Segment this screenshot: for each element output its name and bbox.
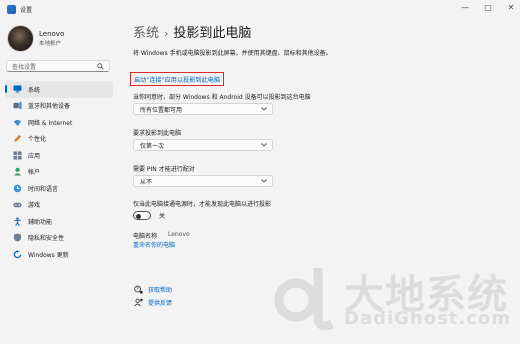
sidebar-item-label: 辅助功能 [28,218,53,226]
window-title: 设置 [20,6,33,14]
watermark-url: DadiGhost.com [344,308,512,329]
sidebar-item-label: 隐私和安全性 [28,235,65,243]
pin-pairing-value: 从不 [140,178,153,186]
sidebar-item-label: 应用 [28,152,41,160]
profile-name: Lenovo [39,30,65,38]
page-title: 投影到此电脑 [173,26,252,41]
ask-to-project-value: 仅第一次 [140,142,165,150]
personalization-icon [12,134,22,144]
search-icon [97,62,104,70]
pc-name-row: 电脑名称 Lenovo [133,231,190,240]
sidebar-item-windows-update[interactable]: Windows 更新 [5,246,113,263]
help-icon: ? [133,284,143,294]
sidebar-item-label: 蓝牙和其他设备 [28,103,71,111]
toggle-state-label: 关 [159,213,166,220]
accounts-icon [12,167,22,177]
sidebar-item-apps[interactable]: 应用 [5,147,113,164]
sidebar-item-system[interactable]: 系统 [5,81,113,98]
pin-pairing-label: 需要 PIN 才能进行配对 [133,166,195,173]
search-input[interactable]: 查找设置 [6,60,110,72]
feedback-icon [133,297,143,307]
sidebar-item-privacy[interactable]: 隐私和安全性 [5,230,113,247]
maximize-button[interactable]: □ [483,3,493,13]
ask-to-project-dropdown[interactable]: 仅第一次 [133,139,273,151]
pc-name-value: Lenovo [168,231,190,238]
page-description: 将 Windows 手机或电脑投影到此屏幕，并使用其键盘、鼠标和其他设备。 [133,50,332,57]
power-discovery-row: 关 [133,211,165,220]
get-help-link[interactable]: 获取帮助 [148,285,172,294]
sidebar-item-label: 系统 [28,86,41,94]
apps-icon [12,150,22,160]
bluetooth-icon [12,101,22,111]
close-button[interactable]: ✕ [506,3,516,13]
availability-value: 所有位置都可用 [140,106,183,114]
feedback-row[interactable]: 提供反馈 [133,297,172,307]
availability-dropdown[interactable]: 所有位置都可用 [133,103,273,115]
breadcrumb-parent[interactable]: 系统 [133,26,159,41]
sidebar-item-network[interactable]: 网络 & Internet [5,114,113,131]
availability-label: 当你同意时，部分 Windows 和 Android 设备可以投影到这台电脑 [133,94,311,101]
sidebar-item-accounts[interactable]: 帐户 [5,164,113,181]
power-discovery-label: 仅当此电脑接通电源时，才能发现此电脑以进行投影 [133,201,272,208]
profile-account-type: 本地帐户 [39,41,62,47]
sidebar-item-label: 网络 & Internet [28,119,73,127]
watermark-logo-icon [274,268,334,331]
breadcrumb: 系统 › 投影到此电脑 [133,22,251,41]
ask-to-project-label: 要求投影到此电脑 [133,130,182,137]
gaming-icon [12,200,22,210]
chevron-down-icon [261,179,267,183]
accessibility-icon [12,216,22,226]
title-bar: 设置 — □ ✕ [0,0,520,18]
settings-app-icon [7,4,16,14]
give-feedback-link[interactable]: 提供反馈 [148,298,172,307]
avatar[interactable] [7,25,34,52]
sidebar-item-label: 游戏 [28,202,41,210]
sidebar-item-label: 时间和语言 [28,185,59,193]
highlighted-launch-link: 启动"连接"应用以投影到此电脑 [130,72,225,86]
minimize-button[interactable]: — [460,3,470,13]
sidebar-item-label: 帐户 [28,169,41,177]
system-icon [12,84,22,94]
profile[interactable]: Lenovo 本地帐户 [7,25,64,52]
sidebar-item-label: 个性化 [28,136,47,144]
toggle-knob [136,213,141,219]
chevron-down-icon [261,107,267,111]
launch-connect-app-link[interactable]: 启动"连接"应用以投影到此电脑 [134,75,220,84]
power-discovery-toggle[interactable] [133,211,151,220]
sidebar-item-personalization[interactable]: 个性化 [5,131,113,148]
sidebar: Lenovo 本地帐户 查找设置 系统 蓝牙和其他设备 网络 & Interne… [0,18,118,344]
breadcrumb-separator: › [164,27,169,40]
time-language-icon [12,183,22,193]
sidebar-item-label: Windows 更新 [28,251,69,259]
search-placeholder: 查找设置 [12,63,37,71]
network-icon [12,117,22,127]
sidebar-item-time-language[interactable]: 时间和语言 [5,180,113,197]
get-help-row[interactable]: ? 获取帮助 [133,284,172,294]
sidebar-item-bluetooth[interactable]: 蓝牙和其他设备 [5,98,113,115]
sidebar-nav: 系统 蓝牙和其他设备 网络 & Internet 个性化 应用 帐户 时间和语言… [5,81,113,263]
profile-text: Lenovo 本地帐户 [39,30,64,47]
window-controls: — □ ✕ [460,3,516,13]
watermark: 大地系统 DadiGhost.com [274,260,514,340]
sidebar-item-accessibility[interactable]: 辅助功能 [5,213,113,230]
windows-update-icon [12,249,22,259]
pin-pairing-dropdown[interactable]: 从不 [133,175,273,187]
privacy-icon [12,233,22,243]
sidebar-item-gaming[interactable]: 游戏 [5,197,113,214]
pc-name-label: 电脑名称 [133,233,158,240]
rename-pc-link[interactable]: 重命名你的电脑 [133,240,175,249]
chevron-down-icon [261,143,267,147]
